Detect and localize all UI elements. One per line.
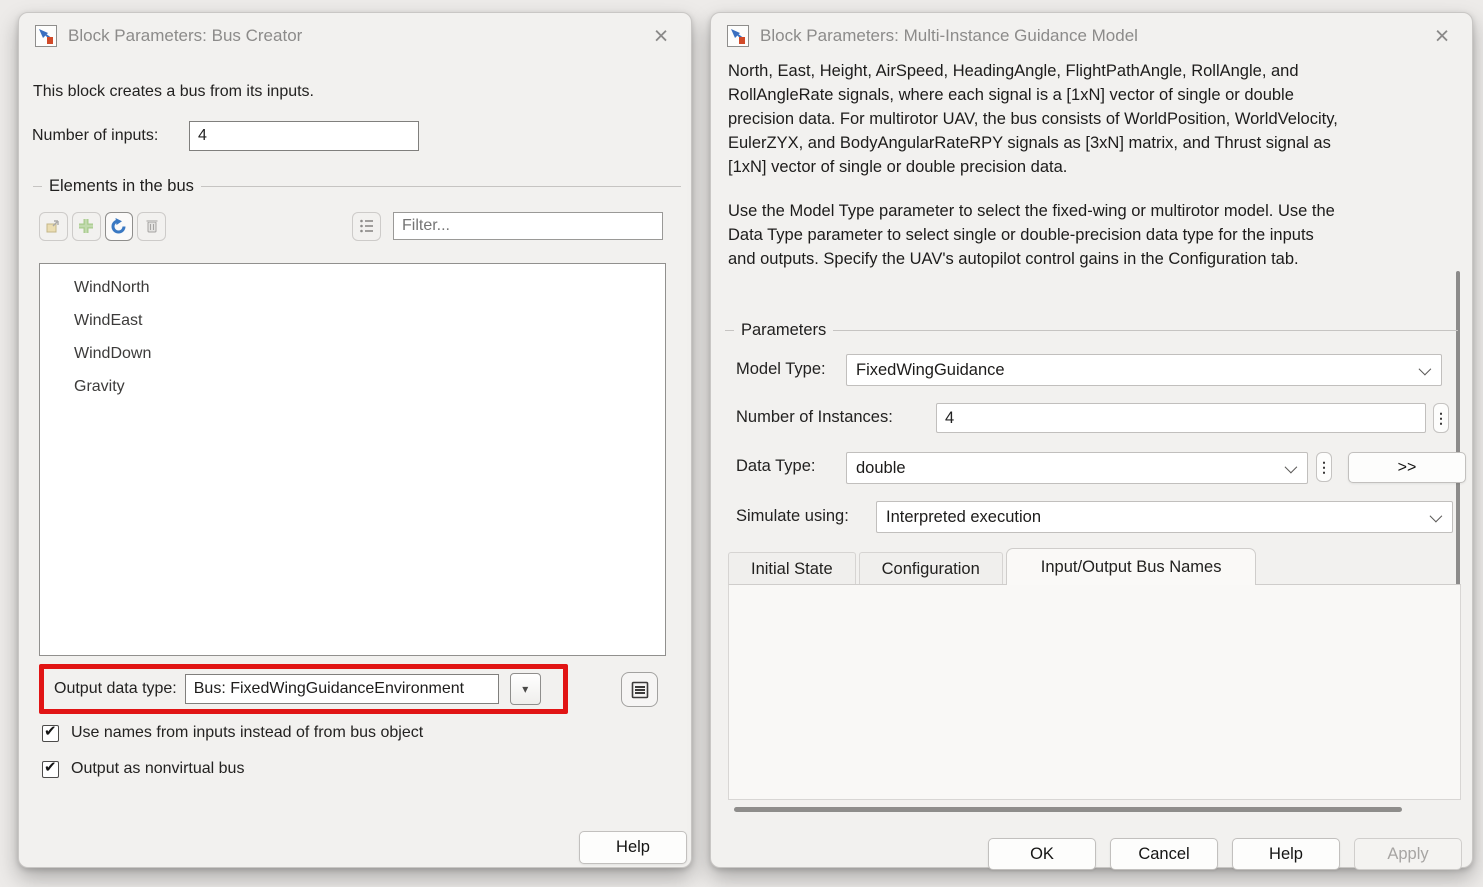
description-line: RollAngleRate signals, where each signal… xyxy=(728,83,1445,107)
add-signal-button[interactable] xyxy=(72,212,101,241)
description-line: North, East, Height, AirSpeed, HeadingAn… xyxy=(728,59,1445,83)
number-of-inputs-label: Number of inputs: xyxy=(32,127,158,145)
guidance-model-dialog: Block Parameters: Multi-Instance Guidanc… xyxy=(710,12,1473,868)
list-item[interactable]: WindNorth xyxy=(40,271,665,304)
model-type-label: Model Type: xyxy=(736,360,826,379)
block-description-intro: North, East, Height, AirSpeed, HeadingAn… xyxy=(728,59,1445,179)
group-rule-left xyxy=(725,330,734,331)
checkmark-icon: ✔ xyxy=(44,722,57,740)
overflow-menu-button[interactable]: ⋮ xyxy=(1433,403,1449,433)
simulate-using-row: Simulate using: Interpreted execution xyxy=(736,500,1448,534)
ok-button[interactable]: OK xyxy=(988,838,1096,870)
chevron-down-icon xyxy=(1430,510,1443,523)
group-rule-right xyxy=(201,186,681,187)
output-data-type-combobox[interactable]: Bus: FixedWingGuidanceEnvironment xyxy=(185,674,499,704)
show-data-type-assistant-button[interactable] xyxy=(621,672,658,707)
help-button[interactable]: Help xyxy=(1232,838,1340,870)
description-line: Use the Model Type parameter to select t… xyxy=(728,199,1445,223)
filter-options-button[interactable] xyxy=(352,212,381,241)
elements-group-header: Elements in the bus xyxy=(33,177,681,196)
tab-configuration[interactable]: Configuration xyxy=(859,552,1003,585)
list-item[interactable]: Gravity xyxy=(40,370,665,403)
refresh-button[interactable] xyxy=(105,212,134,241)
bus-element-icon xyxy=(44,217,62,235)
close-icon[interactable]: × xyxy=(647,22,675,50)
vertical-dots-icon: ⋮ xyxy=(1317,459,1331,476)
dialog-button-row: OK Cancel Help Apply xyxy=(988,838,1462,870)
description-line: EulerZYX, and BodyAngularRateRPY signals… xyxy=(728,131,1445,155)
output-data-type-label: Output data type: xyxy=(50,680,177,698)
bus-creator-dialog: Block Parameters: Bus Creator × This blo… xyxy=(18,12,692,868)
simulink-block-icon xyxy=(35,25,57,47)
menu-lines-icon xyxy=(630,680,650,700)
dialog-title: Block Parameters: Bus Creator xyxy=(68,26,302,46)
filter-input[interactable] xyxy=(393,212,663,240)
number-of-instances-row: Number of Instances: ⋮ xyxy=(736,402,1448,434)
delete-button[interactable] xyxy=(137,212,166,241)
simulink-block-icon xyxy=(727,25,749,47)
number-of-inputs-input[interactable] xyxy=(189,121,419,151)
chevron-down-icon xyxy=(1285,461,1298,474)
model-type-value: FixedWingGuidance xyxy=(856,361,1005,380)
number-of-instances-label: Number of Instances: xyxy=(736,408,893,427)
group-rule-right xyxy=(833,330,1458,331)
output-nonvirtual-row: ✔ Output as nonvirtual bus xyxy=(42,760,244,778)
bus-elements-listbox[interactable]: WindNorth WindEast WindDown Gravity xyxy=(39,263,666,656)
data-type-row: Data Type: double ⋮ >> xyxy=(736,451,1448,483)
group-rule-left xyxy=(33,186,42,187)
data-type-combobox[interactable]: double xyxy=(846,452,1308,484)
list-item[interactable]: WindDown xyxy=(40,337,665,370)
use-names-from-inputs-checkbox[interactable]: ✔ xyxy=(42,725,59,742)
elements-toolbar xyxy=(39,211,663,241)
use-names-from-inputs-row: ✔ Use names from inputs instead of from … xyxy=(42,724,423,742)
model-type-combobox[interactable]: FixedWingGuidance xyxy=(846,354,1442,386)
description-line: and outputs. Specify the UAV's autopilot… xyxy=(728,247,1445,271)
close-icon[interactable]: × xyxy=(1428,22,1456,50)
parameters-group-label: Parameters xyxy=(741,321,826,340)
parameters-group-header: Parameters xyxy=(725,321,1458,340)
simulate-using-combobox[interactable]: Interpreted execution xyxy=(876,501,1453,533)
model-type-row: Model Type: FixedWingGuidance xyxy=(736,353,1448,387)
simulate-using-value: Interpreted execution xyxy=(886,508,1041,527)
dialog-description: This block creates a bus from its inputs… xyxy=(33,83,314,101)
chevron-down-icon xyxy=(1419,363,1432,376)
guidance-model-titlebar[interactable]: Block Parameters: Multi-Instance Guidanc… xyxy=(711,13,1472,59)
output-nonvirtual-label: Output as nonvirtual bus xyxy=(71,760,244,778)
description-line: [1xN] vector of single or double precisi… xyxy=(728,155,1445,179)
refresh-icon xyxy=(109,217,128,236)
vertical-dots-icon: ⋮ xyxy=(1434,410,1448,427)
cancel-button[interactable]: Cancel xyxy=(1110,838,1218,870)
horizontal-scrollbar-thumb[interactable] xyxy=(734,807,1402,812)
tab-initial-state[interactable]: Initial State xyxy=(728,552,856,585)
description-line: Data Type parameter to select single or … xyxy=(728,223,1445,247)
description-line: precision data. For multirotor UAV, the … xyxy=(728,107,1445,131)
simulate-using-label: Simulate using: xyxy=(736,507,849,526)
add-bus-element-button[interactable] xyxy=(39,212,68,241)
dropdown-arrow-icon: ▾ xyxy=(522,682,528,696)
tab-bar: Initial State Configuration Input/Output… xyxy=(728,548,1259,585)
expand-data-type-button[interactable]: >> xyxy=(1348,452,1466,483)
checkmark-icon: ✔ xyxy=(44,758,57,776)
bus-names-tab-panel xyxy=(728,584,1461,800)
elements-group-label: Elements in the bus xyxy=(49,177,194,196)
apply-button[interactable]: Apply xyxy=(1354,838,1462,870)
dialog-title: Block Parameters: Multi-Instance Guidanc… xyxy=(760,26,1138,46)
bus-creator-titlebar[interactable]: Block Parameters: Bus Creator × xyxy=(19,13,691,59)
overflow-menu-button[interactable]: ⋮ xyxy=(1316,452,1332,482)
plus-icon xyxy=(77,217,95,235)
combo-dropdown-button[interactable]: ▾ xyxy=(510,673,541,705)
use-names-from-inputs-label: Use names from inputs instead of from bu… xyxy=(71,724,423,742)
trash-icon xyxy=(143,217,161,235)
data-type-label: Data Type: xyxy=(736,457,816,476)
list-item[interactable]: WindEast xyxy=(40,304,665,337)
data-type-value: double xyxy=(856,459,906,478)
output-nonvirtual-checkbox[interactable]: ✔ xyxy=(42,761,59,778)
list-icon xyxy=(358,217,376,235)
block-description-usage: Use the Model Type parameter to select t… xyxy=(728,199,1445,271)
help-button[interactable]: Help xyxy=(579,831,687,864)
number-of-instances-input[interactable] xyxy=(936,403,1426,433)
highlight-box-output-data-type: Output data type: Bus: FixedWingGuidance… xyxy=(39,664,568,714)
tab-input-output-bus-names[interactable]: Input/Output Bus Names xyxy=(1006,548,1257,585)
